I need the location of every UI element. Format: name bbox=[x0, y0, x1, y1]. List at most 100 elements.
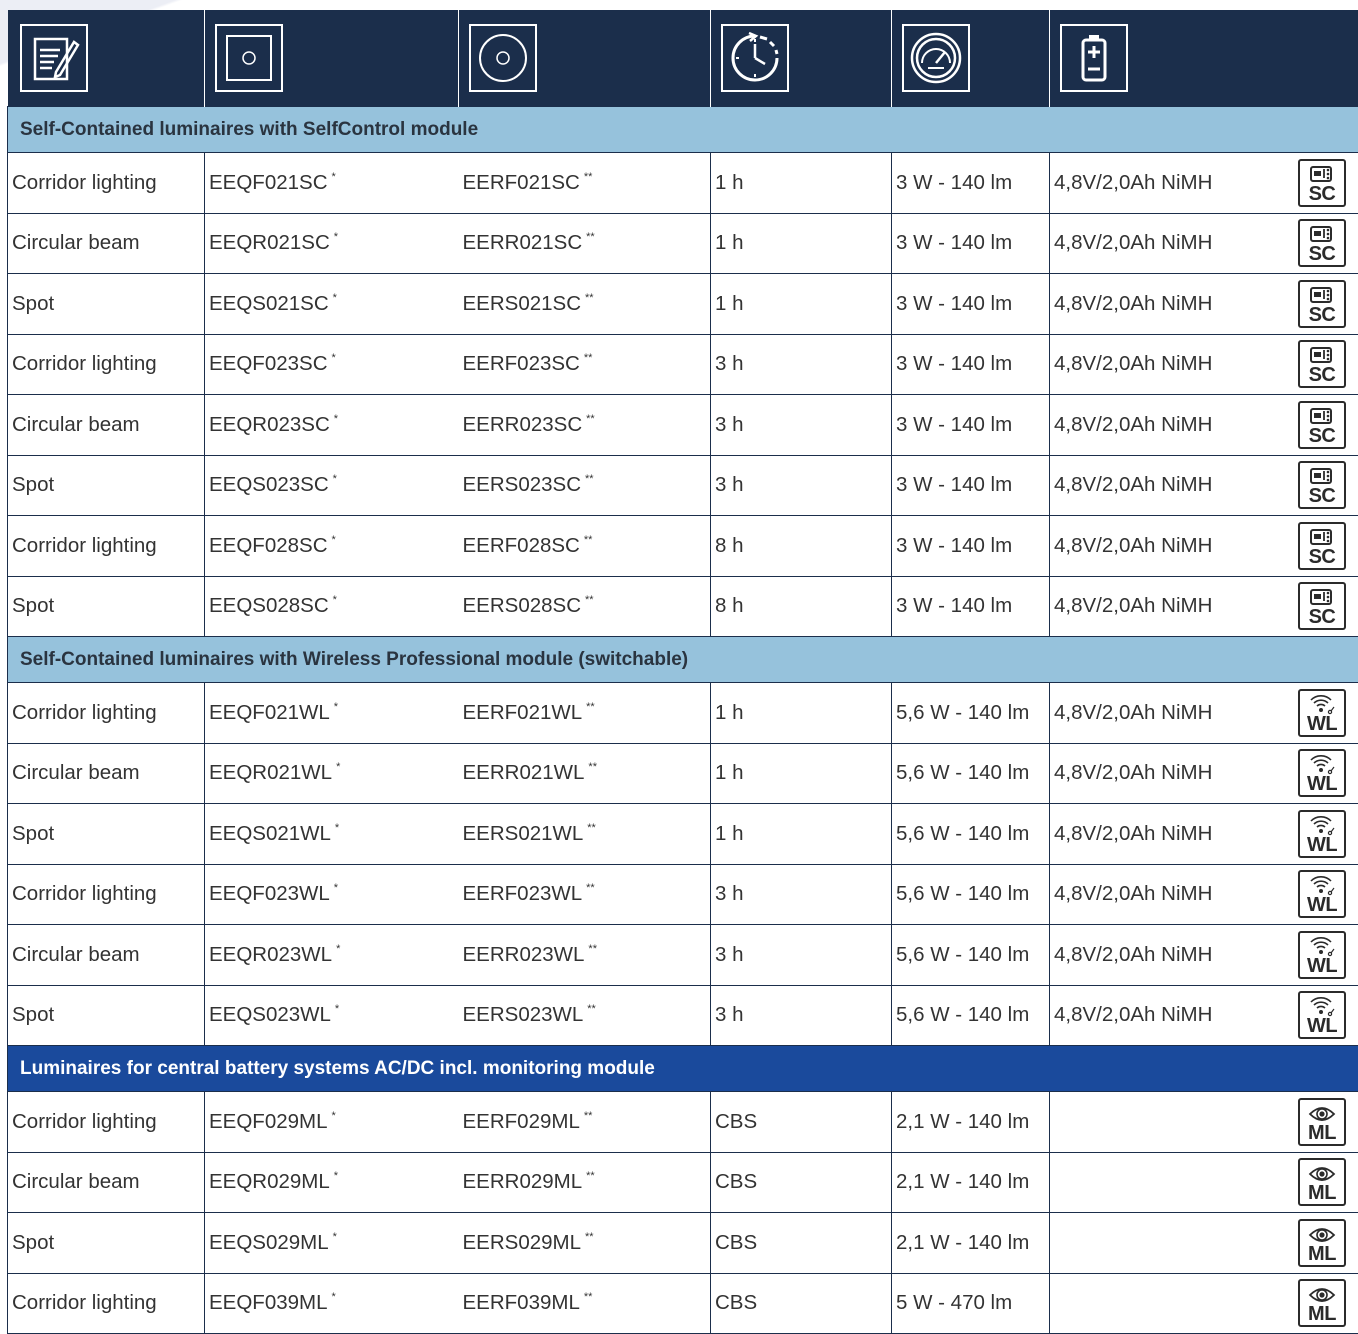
code-round-text: EERS021WL bbox=[463, 822, 584, 845]
footnote-mark-double: ** bbox=[584, 1110, 593, 1122]
code-square-text: EEQS029ML bbox=[209, 1231, 329, 1254]
cell-battery-badge: 4,8V/2,0Ah NiMH WL bbox=[1050, 864, 1358, 925]
battery-text: 4,8V/2,0Ah NiMH bbox=[1054, 171, 1212, 195]
cell-battery-badge: ML bbox=[1050, 1152, 1358, 1213]
header-row bbox=[8, 10, 1358, 107]
table-row: Corridor lighting EEQF023WL* EERF023WL**… bbox=[8, 864, 1358, 925]
cell-luminaire-type: Corridor lighting bbox=[8, 864, 205, 925]
wireless-module-icon: WL bbox=[1298, 749, 1346, 797]
code-round-text: EERR021WL bbox=[463, 761, 585, 784]
cell-battery-badge: 4,8V/2,0Ah NiMH WL bbox=[1050, 925, 1358, 986]
cell-duration: 1 h bbox=[711, 743, 892, 804]
module-badge-label: WL bbox=[1307, 715, 1337, 734]
code-square-text: EEQS023WL bbox=[209, 1003, 331, 1026]
cell-duration: 3 h bbox=[711, 455, 892, 516]
cell-luminaire-type: Spot bbox=[8, 274, 205, 335]
table-row: Circular beam EEQR021WL* EERR021WL** 1 h… bbox=[8, 743, 1358, 804]
footnote-mark-single: * bbox=[332, 352, 336, 364]
code-square-text: EEQF023SC bbox=[209, 352, 328, 375]
battery-text: 4,8V/2,0Ah NiMH bbox=[1054, 943, 1212, 967]
footnote-mark-single: * bbox=[334, 882, 338, 894]
code-round-text: EERF023SC bbox=[463, 352, 580, 375]
cell-code-square: EEQR021SC * bbox=[205, 213, 459, 274]
cell-luminaire-type: Spot bbox=[8, 804, 205, 865]
module-badge-label: SC bbox=[1309, 185, 1336, 204]
cell-luminaire-type: Circular beam bbox=[8, 395, 205, 456]
code-square-text: EEQR029ML bbox=[209, 1170, 330, 1193]
cell-code-square: EEQR029ML * bbox=[205, 1152, 459, 1213]
cell-power: 3 W - 140 lm bbox=[892, 395, 1050, 456]
footnote-mark-double: ** bbox=[585, 594, 594, 606]
table-row: Corridor lighting EEQF023SC* EERF023SC**… bbox=[8, 334, 1358, 395]
selfcontrol-module-icon: SC bbox=[1298, 582, 1346, 630]
table-row: Spot EEQS023WL* EERS023WL** 3 h 5,6 W - … bbox=[8, 985, 1358, 1046]
cell-battery-badge: 4,8V/2,0Ah NiMH SC bbox=[1050, 576, 1358, 637]
monitoring-module-icon: ML bbox=[1298, 1279, 1346, 1327]
selfcontrol-module-icon: SC bbox=[1298, 159, 1346, 207]
cell-power: 3 W - 140 lm bbox=[892, 153, 1050, 214]
code-round-text: EERR023SC bbox=[463, 413, 583, 436]
footnote-mark-single: * bbox=[332, 171, 336, 183]
selfcontrol-module-icon: SC bbox=[1298, 461, 1346, 509]
cell-duration: 1 h bbox=[711, 153, 892, 214]
selfcontrol-module-icon: SC bbox=[1298, 522, 1346, 570]
round-luminaire-icon bbox=[469, 24, 537, 92]
module-badge-label: SC bbox=[1309, 487, 1336, 506]
cell-code-square: EEQS023WL * bbox=[205, 985, 459, 1046]
wireless-module-icon: WL bbox=[1298, 689, 1346, 737]
cell-battery-badge: 4,8V/2,0Ah NiMH WL bbox=[1050, 804, 1358, 865]
footnote-mark-single: * bbox=[333, 473, 337, 485]
cell-code-round: EERF028SC** bbox=[459, 516, 711, 577]
footnote-mark-single: * bbox=[335, 1003, 339, 1015]
cell-power: 5,6 W - 140 lm bbox=[892, 743, 1050, 804]
cell-code-round: EERS023SC** bbox=[459, 455, 711, 516]
footnote-mark-single: * bbox=[336, 943, 340, 955]
cell-power: 3 W - 140 lm bbox=[892, 213, 1050, 274]
footnote-mark-single: * bbox=[334, 1170, 338, 1182]
table-row: Corridor lighting EEQF029ML* EERF029ML**… bbox=[8, 1092, 1358, 1153]
code-round-text: EERS029ML bbox=[463, 1231, 582, 1254]
cell-power: 5,6 W - 140 lm bbox=[892, 683, 1050, 744]
code-square-text: EEQR023SC bbox=[209, 413, 330, 436]
table-row: Spot EEQS021WL* EERS021WL** 1 h 5,6 W - … bbox=[8, 804, 1358, 865]
cell-luminaire-type: Spot bbox=[8, 576, 205, 637]
cell-battery-badge: ML bbox=[1050, 1092, 1358, 1153]
table-row: Circular beam EEQR029ML* EERR029ML** CBS… bbox=[8, 1152, 1358, 1213]
code-square-text: EEQS028SC bbox=[209, 594, 329, 617]
cell-code-square: EEQS021WL* bbox=[205, 804, 459, 865]
module-badge-label: SC bbox=[1309, 548, 1336, 567]
cell-code-round: EERS021SC** bbox=[459, 274, 711, 335]
table-row: Corridor lighting EEQF021WL* EERF021WL**… bbox=[8, 683, 1358, 744]
cell-luminaire-type: Circular beam bbox=[8, 743, 205, 804]
code-round-text: EERF028SC bbox=[463, 534, 580, 557]
cell-code-round: EERF021WL** bbox=[459, 683, 711, 744]
code-square-text: EEQF028SC bbox=[209, 534, 328, 557]
header-cell-type bbox=[8, 10, 205, 107]
footnote-mark-double: ** bbox=[586, 1170, 595, 1182]
module-badge-label: SC bbox=[1309, 608, 1336, 627]
header-cell-square bbox=[205, 10, 459, 107]
cell-duration: CBS bbox=[711, 1092, 892, 1153]
footnote-mark-double: ** bbox=[588, 761, 597, 773]
cell-battery-badge: 4,8V/2,0Ah NiMH SC bbox=[1050, 213, 1358, 274]
document-edit-icon bbox=[20, 24, 88, 92]
cell-duration: 3 h bbox=[711, 985, 892, 1046]
cell-battery-badge: 4,8V/2,0Ah NiMH SC bbox=[1050, 153, 1358, 214]
battery-icon bbox=[1060, 24, 1128, 92]
cell-code-square: EEQF028SC* bbox=[205, 516, 459, 577]
section-header-row: Self-Contained luminaires with SelfContr… bbox=[8, 107, 1358, 153]
power-gauge-icon bbox=[902, 24, 970, 92]
selfcontrol-module-icon: SC bbox=[1298, 280, 1346, 328]
cell-code-round: EERF023WL** bbox=[459, 864, 711, 925]
code-square-text: EEQR021SC bbox=[209, 231, 330, 254]
cell-battery-badge: 4,8V/2,0Ah NiMH SC bbox=[1050, 334, 1358, 395]
wireless-module-icon: WL bbox=[1298, 870, 1346, 918]
table-row: Corridor lighting EEQF028SC* EERF028SC**… bbox=[8, 516, 1358, 577]
cell-luminaire-type: Spot bbox=[8, 1213, 205, 1274]
footnote-mark-single: * bbox=[334, 231, 338, 243]
cell-code-square: EEQS028SC* bbox=[205, 576, 459, 637]
footnote-mark-double: ** bbox=[585, 292, 594, 304]
battery-text: 4,8V/2,0Ah NiMH bbox=[1054, 761, 1212, 785]
module-badge-label: SC bbox=[1309, 366, 1336, 385]
footnote-mark-double: ** bbox=[584, 171, 593, 183]
